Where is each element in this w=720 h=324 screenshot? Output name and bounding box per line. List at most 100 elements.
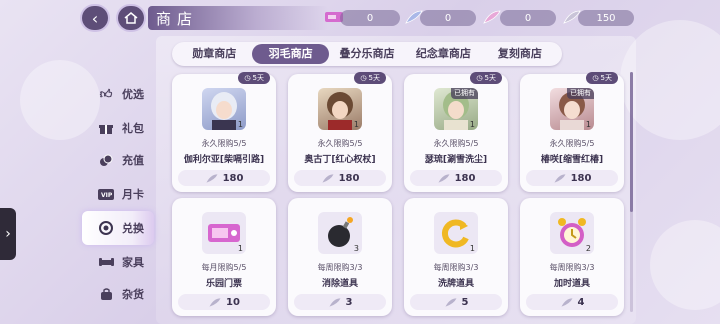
item-quantity: 1: [469, 120, 475, 129]
item-quantity: 2: [585, 244, 591, 253]
silver-feather-icon: [206, 173, 218, 183]
time-limit-badge: ◷ 5天: [238, 72, 270, 84]
resource-blue-feather-count: 0: [420, 10, 476, 26]
home-icon: [124, 12, 138, 24]
svg-text:VIP: VIP: [101, 192, 113, 199]
alarm-clock-item-icon: 2: [550, 212, 594, 254]
shop-item-card[interactable]: ◷ 5天 已拥有 1 永久限购5/5 瑟琉[涮雪洗尘] 180: [404, 72, 508, 192]
price-tag: 3: [294, 294, 386, 310]
price-value: 4: [577, 296, 585, 308]
purchase-limit: 每周限购3/3: [549, 263, 595, 272]
clock-icon: ◷: [360, 74, 367, 82]
thumbs-up-icon: 👍︎: [99, 86, 113, 101]
sidebar-item-label: 月卡: [122, 188, 144, 201]
shop-item-card[interactable]: ◷ 5天 已拥有 1 永久限购5/5 椿咲[缩雪红椿] 180: [520, 72, 624, 192]
purchase-limit: 每周限购3/3: [433, 263, 479, 272]
silver-feather-icon: [209, 297, 221, 307]
purchase-limit: 每月限购5/5: [201, 263, 247, 272]
green-hair-portrait: 已拥有 1: [434, 88, 478, 130]
sidebar-nav: 👍︎ 优选 礼包 充值 VIP 月卡 兑换 家具 杂货: [82, 78, 158, 324]
sidebar-item-gift[interactable]: 礼包: [82, 112, 158, 144]
price-value: 3: [345, 296, 353, 308]
price-tag: 180: [410, 170, 502, 186]
shop-item-card[interactable]: 1 每周限购3/3 洗牌道具 5: [404, 198, 508, 316]
resource-ticket-count: 0: [340, 10, 400, 26]
purchase-limit: 永久限购5/5: [549, 139, 595, 148]
purchase-limit: 永久限购5/5: [201, 139, 247, 148]
silver-hair-portrait: 1: [202, 88, 246, 130]
sidebar-item-goods[interactable]: 杂货: [82, 278, 158, 310]
page-title-text: 商店: [156, 9, 199, 28]
item-name: 消除道具: [321, 279, 358, 289]
time-limit-label: 5天: [252, 74, 264, 82]
price-tag: 4: [526, 294, 618, 310]
tab-feather-shop[interactable]: 羽毛商店: [252, 44, 329, 64]
clock-icon: ◷: [244, 74, 251, 82]
coins-icon: [98, 153, 114, 167]
vip-card-icon: VIP: [98, 187, 114, 201]
tab-stack-shop[interactable]: 叠分乐商店: [329, 44, 405, 64]
sidebar-item-monthly-card[interactable]: VIP 月卡: [82, 178, 158, 210]
price-value: 180: [222, 172, 244, 184]
item-name: 洗牌道具: [437, 279, 474, 289]
price-tag: 180: [294, 170, 386, 186]
sidebar-item-furniture[interactable]: 家具: [82, 246, 158, 278]
price-tag: 180: [526, 170, 618, 186]
item-name: 伽利尔亚[柴嗝引路]: [183, 155, 265, 165]
silver-feather-icon: [438, 173, 450, 183]
silver-feather-icon: [322, 173, 334, 183]
bag-icon: [98, 287, 114, 301]
time-limit-badge: ◷ 5天: [586, 72, 618, 84]
silver-feather-icon: [554, 173, 566, 183]
purchase-limit: 永久限购5/5: [433, 139, 479, 148]
shop-item-card[interactable]: 1 每月限购5/5 乐园门票 10: [172, 198, 276, 316]
ticket-item-icon: 1: [202, 212, 246, 254]
item-quantity: 1: [237, 120, 243, 129]
scrollbar[interactable]: [630, 72, 633, 312]
item-quantity: 1: [469, 244, 475, 253]
price-tag: 180: [178, 170, 270, 186]
price-tag: 5: [410, 294, 502, 310]
item-quantity: 1: [237, 244, 243, 253]
tab-medal-shop[interactable]: 勋章商店: [176, 44, 252, 64]
resource-silver-feather-count: 150: [578, 10, 634, 26]
scrollbar-thumb[interactable]: [630, 72, 633, 212]
furniture-icon: [98, 255, 114, 269]
exchange-icon: [98, 221, 114, 235]
silver-feather-icon: [329, 297, 341, 307]
time-limit-badge: ◷ 5天: [470, 72, 502, 84]
bomb-item-icon: 3: [318, 212, 362, 254]
shop-item-card[interactable]: ◷ 5天 1 永久限购5/5 奥古丁[红心权杖] 180: [288, 72, 392, 192]
owned-tag: 已拥有: [451, 88, 478, 99]
shop-item-card[interactable]: 2 每周限购3/3 加时道具 4: [520, 198, 624, 316]
tab-reprint-shop[interactable]: 复刻商店: [482, 44, 558, 64]
item-name: 奥古丁[红心权杖]: [304, 155, 376, 165]
shop-item-card[interactable]: 3 每周限购3/3 消除道具 3: [288, 198, 392, 316]
home-button[interactable]: [118, 6, 144, 30]
sidebar-item-featured[interactable]: 👍︎ 优选: [82, 78, 158, 110]
clock-icon: ◷: [592, 74, 599, 82]
purchase-limit: 永久限购5/5: [317, 139, 363, 148]
shop-item-card[interactable]: ◷ 5天 1 永久限购5/5 伽利尔亚[柴嗝引路] 180: [172, 72, 276, 192]
sidebar-item-label: 充值: [122, 154, 144, 167]
top-bar: ‹ 商店 0 0 0 150: [0, 0, 720, 36]
side-drawer-handle[interactable]: ›: [0, 208, 16, 260]
owned-tag: 已拥有: [567, 88, 594, 99]
sidebar-item-recharge[interactable]: 充值: [82, 144, 158, 176]
pink-hair-portrait: 已拥有 1: [550, 88, 594, 130]
refresh-item-icon: 1: [434, 212, 478, 254]
shop-tabs: 勋章商店 羽毛商店 叠分乐商店 纪念章商店 复刻商店: [172, 42, 562, 66]
item-quantity: 3: [353, 244, 359, 253]
sidebar-item-label: 杂货: [122, 288, 144, 301]
purchase-limit: 每周限购3/3: [317, 263, 363, 272]
item-name: 瑟琉[涮雪洗尘]: [424, 155, 488, 165]
item-name: 乐园门票: [205, 279, 242, 289]
sidebar-item-exchange[interactable]: 兑换: [82, 211, 154, 245]
tab-commemorative-shop[interactable]: 纪念章商店: [405, 44, 481, 64]
sidebar-item-label: 家具: [122, 256, 144, 269]
gift-icon: [98, 121, 114, 135]
back-button[interactable]: ‹: [82, 6, 108, 30]
back-arrow-icon: ‹: [91, 8, 99, 28]
item-quantity: 1: [585, 120, 591, 129]
price-tag: 10: [178, 294, 270, 310]
